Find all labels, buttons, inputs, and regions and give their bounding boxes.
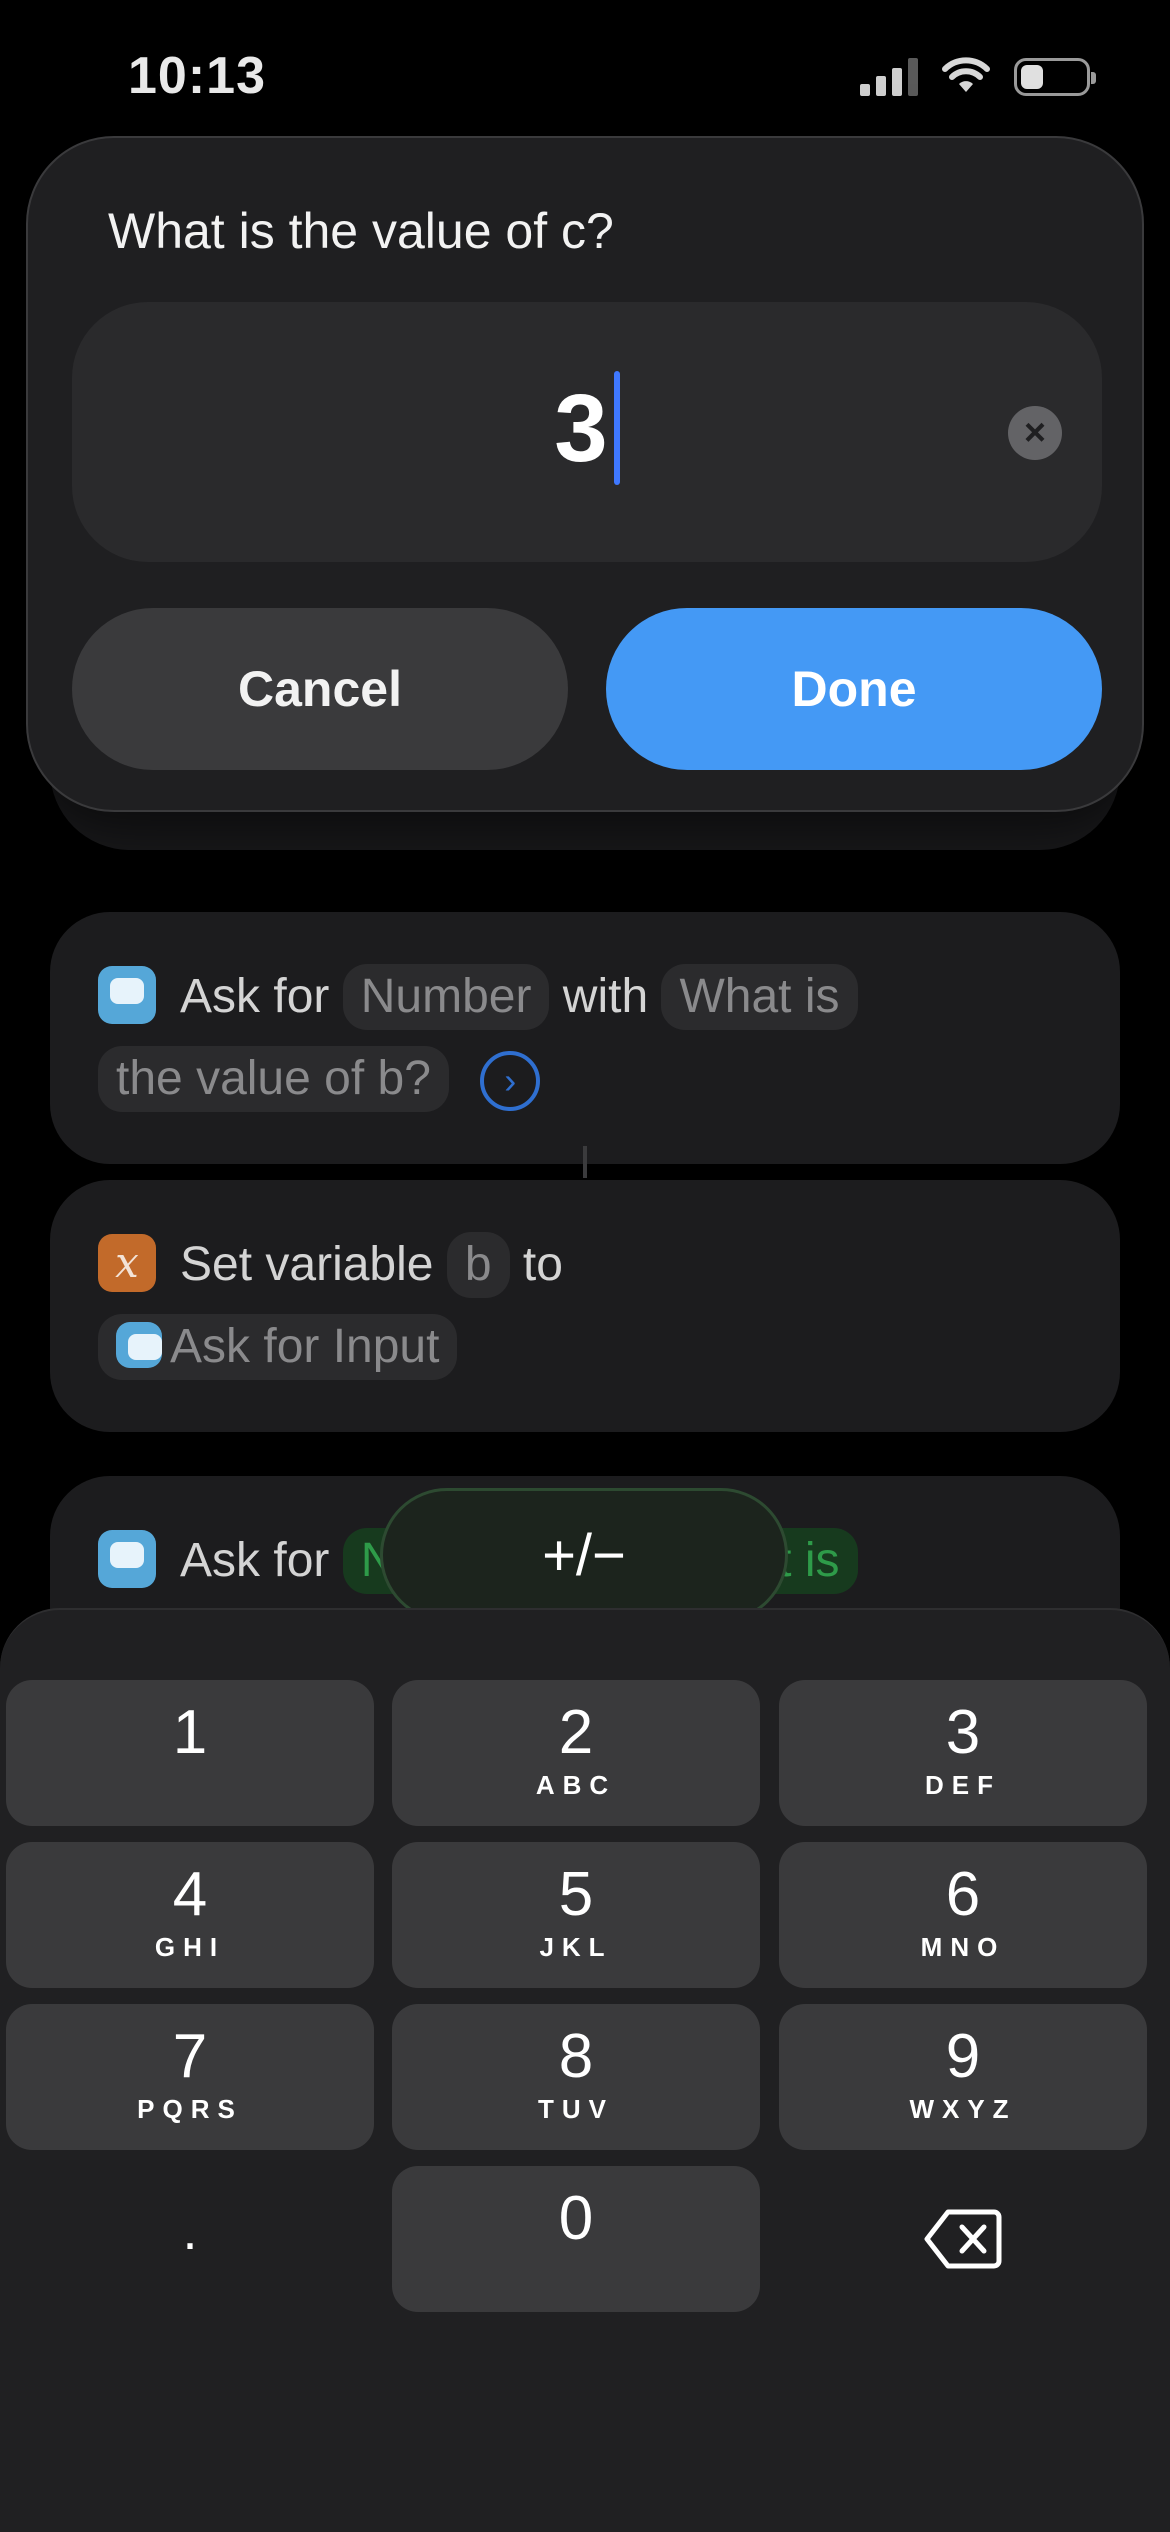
action-connector (583, 1146, 587, 1178)
input-chip-label: Ask for Input (170, 1320, 440, 1373)
input-chip[interactable]: Ask for Input (98, 1314, 458, 1380)
key-letters: TUV (538, 2094, 614, 2124)
key-letters: GHI (154, 1932, 226, 1962)
delete-left-icon (924, 2209, 1002, 2269)
plus-minus-button[interactable]: +/− (380, 1488, 788, 1622)
key-digit: 7 (172, 2022, 208, 2091)
status-icons (860, 56, 1096, 96)
input-value: 3 (72, 370, 1102, 493)
numeric-keypad: 1 2 ABC 3 DEF 4 GHI 5 JKL 6 MNO 7 PQRS 8 TUV 9W… (0, 1608, 1170, 2532)
key-digit: . (182, 2201, 198, 2261)
key-4[interactable]: 4 GHI (6, 1842, 374, 1988)
variable-icon: x (98, 1234, 156, 1293)
action-verb: Set variable (180, 1238, 434, 1291)
ask-input-icon (98, 966, 156, 1025)
key-digit: 0 (558, 2184, 594, 2253)
action-verb: Ask for (180, 1534, 330, 1587)
key-7[interactable]: 7 PQRS (6, 2004, 374, 2150)
backspace-button[interactable] (779, 2166, 1147, 2312)
done-button[interactable]: Done (606, 608, 1102, 770)
key-digit: 9 (945, 2022, 981, 2091)
variable-chip[interactable]: b (446, 1232, 510, 1298)
action-card-set-variable[interactable]: x Set variable b to Ask for Input (50, 1180, 1120, 1432)
key-0[interactable]: 0 (392, 2166, 760, 2312)
ask-input-icon (116, 1322, 162, 1369)
key-letters: PQRS (137, 2094, 243, 2124)
key-8[interactable]: 8 TUV (392, 2004, 760, 2150)
key-decimal[interactable]: . (6, 2166, 374, 2312)
cellular-signal-icon (860, 58, 918, 96)
prompt-chip[interactable]: What is (661, 964, 858, 1030)
with-label: with (562, 970, 649, 1023)
key-digit: 8 (558, 2022, 594, 2091)
key-letters: JKL (539, 1932, 613, 1962)
dialog-title: What is the value of c? (108, 203, 614, 259)
key-letters: WXYZ (909, 2094, 1017, 2124)
ask-input-icon (98, 1530, 156, 1589)
wifi-icon (942, 57, 990, 92)
battery-icon (1014, 58, 1096, 96)
key-digit: 4 (172, 1860, 208, 1929)
screen: 10:13 Ask for Number with What is the va… (0, 0, 1170, 2532)
input-text: 3 (554, 375, 608, 482)
key-3[interactable]: 3 DEF (779, 1680, 1147, 1826)
key-6[interactable]: 6 MNO (779, 1842, 1147, 1988)
ask-input-dialog: What is the value of c? 3 × Cancel Done (26, 136, 1144, 812)
key-9[interactable]: 9 WXYZ (779, 2004, 1147, 2150)
prompt-chip-continued[interactable]: the value of b? (98, 1046, 449, 1112)
key-digit: 3 (945, 1698, 981, 1767)
text-caret (613, 370, 620, 485)
key-digit: 6 (945, 1860, 981, 1929)
action-card-ask-b[interactable]: Ask for Number with What is the value of… (50, 912, 1120, 1164)
clear-icon[interactable]: × (1008, 406, 1062, 460)
key-5[interactable]: 5 JKL (392, 1842, 760, 1988)
key-letters: ABC (535, 1770, 617, 1800)
key-digit: 2 (558, 1698, 594, 1767)
type-chip[interactable]: Number (342, 964, 550, 1030)
key-letters: DEF (925, 1770, 1001, 1800)
key-letters: MNO (920, 1932, 1006, 1962)
to-label: to (522, 1238, 563, 1291)
key-2[interactable]: 2 ABC (392, 1680, 760, 1826)
chevron-right-circle-icon[interactable]: › (480, 1051, 541, 1112)
action-verb: Ask for (180, 970, 330, 1023)
key-digit: 1 (172, 1698, 208, 1767)
number-input-field[interactable]: 3 × (72, 302, 1102, 562)
cancel-button[interactable]: Cancel (72, 608, 568, 770)
key-digit: 5 (558, 1860, 594, 1929)
key-1[interactable]: 1 (6, 1680, 374, 1826)
status-time: 10:13 (128, 47, 266, 105)
